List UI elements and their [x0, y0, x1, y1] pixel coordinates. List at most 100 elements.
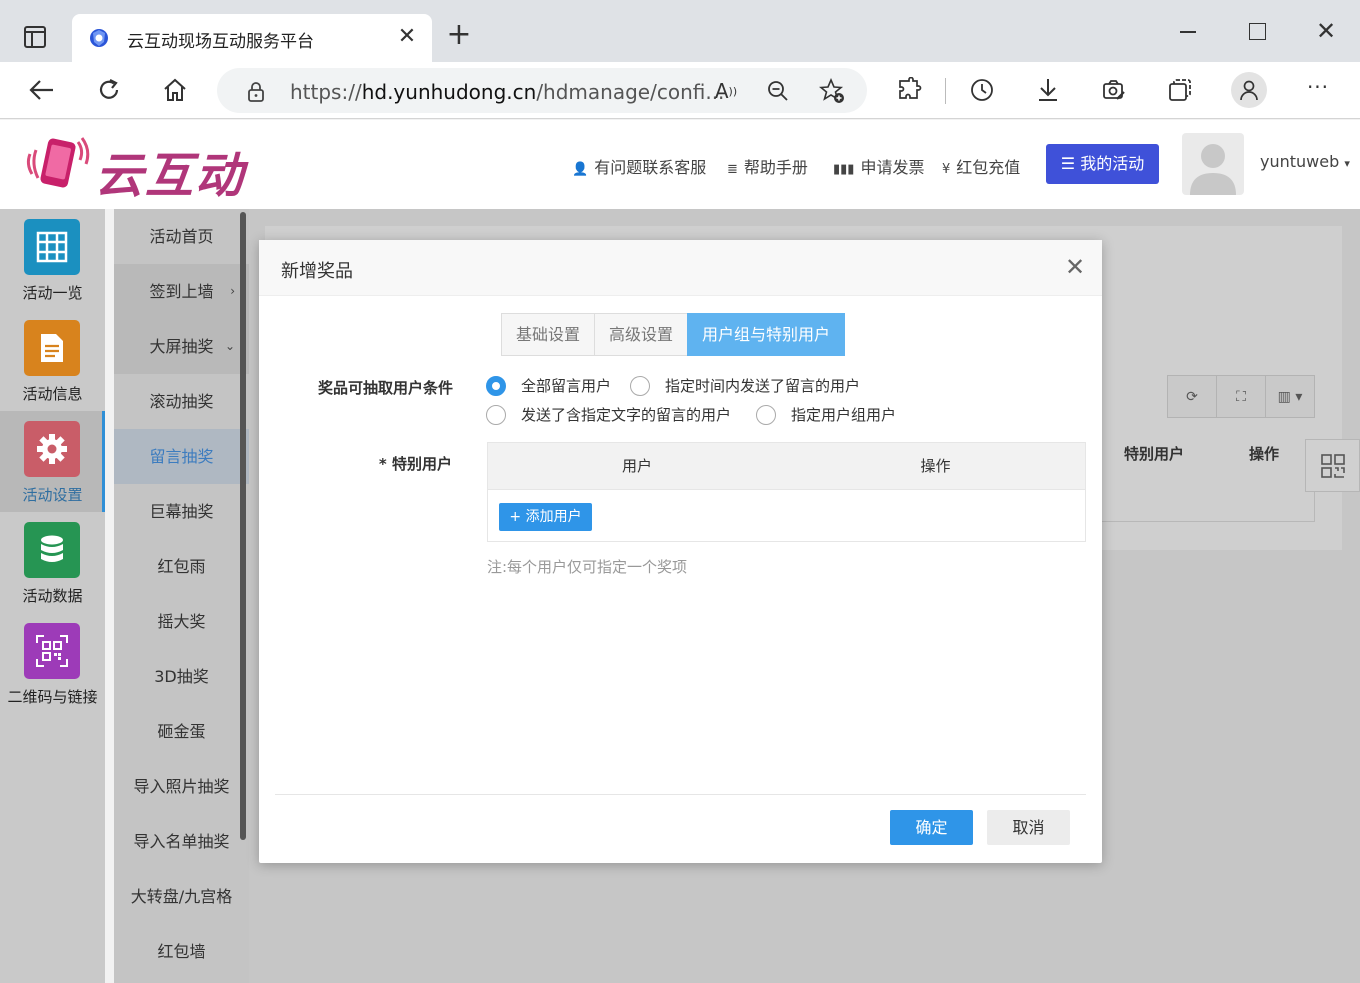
radio-user-group[interactable]: 指定用户组用户	[756, 404, 896, 425]
subnav-item[interactable]: 导入名单抽奖	[114, 814, 249, 869]
subnav-item[interactable]: 红包雨	[114, 539, 249, 594]
tab-advanced-settings[interactable]: 高级设置	[594, 313, 689, 356]
tab-close-icon[interactable]: ✕	[394, 24, 420, 50]
confirm-button[interactable]: 确定	[890, 810, 973, 845]
contact-support-link[interactable]: 👤 有问题联系客服	[572, 154, 706, 178]
column-header-special-user: 特别用户	[1123, 445, 1184, 463]
chevron-right-icon: ›	[230, 284, 235, 298]
subnav-item-active[interactable]: 留言抽奖	[114, 429, 249, 484]
zoom-out-icon[interactable]	[763, 76, 793, 106]
refresh-icon[interactable]: ⟳	[1168, 376, 1217, 417]
floating-qrcode-icon[interactable]	[1305, 439, 1360, 492]
site-favicon-icon	[90, 29, 108, 47]
add-user-icon: 👤	[572, 162, 589, 177]
subnav-item[interactable]: 签到上墙 ›	[114, 264, 249, 319]
username-dropdown[interactable]: yuntuweb ▾	[1260, 152, 1350, 171]
address-bar[interactable]: https://hd.yunhudong.cn/hdmanage/confi..…	[217, 68, 867, 113]
extensions-icon[interactable]	[891, 72, 927, 108]
subnav-item[interactable]: 大转盘/九宫格	[114, 869, 249, 924]
logo-text: 云互动	[95, 148, 246, 204]
qrcode-icon	[24, 623, 80, 679]
subnav-item[interactable]: 滚动抽奖	[114, 374, 249, 429]
table-row	[1095, 475, 1315, 522]
add-user-button[interactable]: + 添加用户	[499, 503, 592, 531]
back-icon[interactable]	[24, 72, 60, 108]
phone-logo-icon	[26, 137, 90, 188]
download-icon[interactable]	[1030, 72, 1066, 108]
radio-keyword-commenters[interactable]: 发送了含指定文字的留言的用户	[486, 404, 731, 425]
toolbar-separator	[945, 78, 946, 104]
minimize-icon[interactable]	[1173, 16, 1203, 46]
gear-icon	[24, 421, 80, 477]
table-toolbar: ⟳ ⛶ ▥ ▾	[1167, 375, 1315, 418]
subnav-item[interactable]: 大屏抽奖 ⌄	[114, 319, 249, 374]
cancel-button[interactable]: 取消	[987, 810, 1070, 845]
recharge-link[interactable]: ¥ 红包充值	[942, 154, 1020, 178]
sidebar-item-activity-data[interactable]: 活动数据	[0, 512, 105, 613]
close-icon[interactable]: ✕	[1062, 254, 1088, 280]
screenshot-icon[interactable]	[1096, 72, 1132, 108]
subnav-item[interactable]: 3D抽奖	[114, 649, 249, 704]
browser-toolbar: https://hd.yunhudong.cn/hdmanage/confi..…	[0, 62, 1360, 119]
avatar[interactable]	[1182, 133, 1244, 195]
caret-down-icon: ▾	[1344, 157, 1350, 170]
url-text: https://hd.yunhudong.cn/hdmanage/confi..…	[290, 80, 725, 104]
profile-icon[interactable]	[1231, 72, 1267, 108]
table-header: 用户 操作	[488, 443, 1085, 490]
column-header-action: 操作	[920, 457, 951, 475]
radio-time-range-commenters[interactable]: 指定时间内发送了留言的用户	[630, 375, 860, 396]
radio-checked-icon	[486, 375, 506, 396]
barcode-icon: ▮▮▮	[833, 162, 855, 177]
tab-actions-icon[interactable]	[24, 26, 46, 48]
list-icon: ☰	[1060, 154, 1081, 173]
sidebar-item-activity-info[interactable]: 活动信息	[0, 310, 105, 411]
refresh-icon[interactable]	[91, 72, 127, 108]
footer-divider	[275, 794, 1086, 795]
columns-icon[interactable]: ▥ ▾	[1266, 376, 1314, 417]
read-aloud-icon[interactable]: A))	[711, 76, 741, 106]
grid-icon	[24, 219, 80, 275]
secondary-sidebar: 活动首页 签到上墙 › 大屏抽奖 ⌄ 滚动抽奖 留言抽奖 巨幕抽奖 红包雨 摇大奖 …	[114, 209, 249, 983]
condition-label: 奖品可抽取用户条件	[317, 379, 453, 397]
history-icon[interactable]	[964, 72, 1000, 108]
subnav-item[interactable]: 砸金蛋	[114, 704, 249, 759]
collections-icon[interactable]	[1162, 72, 1198, 108]
special-user-table: 用户 操作 + 添加用户	[487, 442, 1086, 542]
primary-sidebar: 活动一览 活动信息 活动设置 活动数据 二维码与链接	[0, 209, 105, 983]
subnav-item[interactable]: 红包墙	[114, 924, 249, 979]
tab-basic-settings[interactable]: 基础设置	[501, 313, 596, 356]
tab-user-group-special[interactable]: 用户组与特别用户	[687, 313, 846, 356]
window-close-icon[interactable]: ✕	[1311, 16, 1341, 46]
my-activity-button[interactable]: ☰ 我的活动	[1046, 144, 1159, 184]
maximize-icon[interactable]	[1242, 16, 1272, 46]
tab-title: 云互动现场互动服务平台	[127, 32, 314, 52]
column-header-user: 用户	[621, 457, 652, 475]
new-tab-icon[interactable]: +	[444, 20, 474, 50]
database-icon	[24, 522, 80, 578]
dialog-title: 新增奖品	[281, 261, 353, 282]
column-header-action: 操作	[1248, 445, 1279, 463]
home-icon[interactable]	[157, 72, 193, 108]
subnav-item[interactable]: 摇大奖	[114, 594, 249, 649]
fullscreen-icon[interactable]: ⛶	[1217, 376, 1266, 417]
radio-unchecked-icon	[630, 375, 650, 396]
dialog-tabs: 基础设置 高级设置 用户组与特别用户	[501, 313, 846, 356]
sidebar-item-activity-list[interactable]: 活动一览	[0, 209, 105, 310]
browser-tab[interactable]: 云互动现场互动服务平台 ✕	[72, 14, 432, 62]
more-menu-icon[interactable]: ···	[1300, 72, 1336, 108]
yen-icon: ¥	[942, 162, 951, 177]
subnav-item[interactable]: 导入照片抽奖	[114, 759, 249, 814]
subnav-item[interactable]: 巨幕抽奖	[114, 484, 249, 539]
invoice-link[interactable]: ▮▮▮ 申请发票	[833, 154, 924, 178]
add-prize-dialog: 新增奖品 ✕ 基础设置 高级设置 用户组与特别用户 奖品可抽取用户条件 全部留言…	[259, 240, 1102, 863]
list-icon: ≣	[727, 162, 738, 177]
subnav-item[interactable]: 活动首页	[114, 209, 249, 264]
help-manual-link[interactable]: ≣ 帮助手册	[727, 154, 808, 178]
sidebar-scrollbar[interactable]	[240, 212, 246, 840]
document-icon	[24, 320, 80, 376]
radio-all-commenters[interactable]: 全部留言用户	[486, 375, 611, 396]
sidebar-item-activity-settings[interactable]: 活动设置	[0, 411, 105, 512]
sidebar-item-qrcode-link[interactable]: 二维码与链接	[0, 613, 105, 714]
lock-icon[interactable]	[245, 81, 267, 103]
favorite-add-icon[interactable]	[817, 76, 847, 106]
